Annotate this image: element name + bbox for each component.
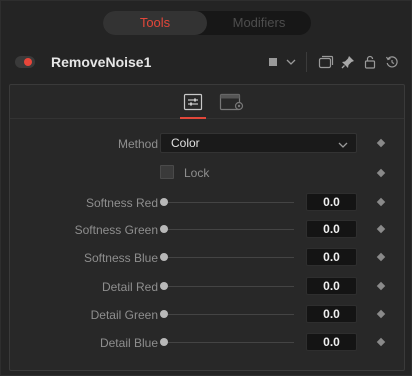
value-input[interactable]: 0.0	[306, 193, 357, 211]
inspector-body: Method Color Lock Softness Red 0.0 Softn…	[9, 84, 405, 371]
slider-knob[interactable]	[160, 338, 168, 346]
header-divider	[306, 52, 307, 72]
method-row: Method Color	[10, 133, 404, 155]
slider-track[interactable]	[164, 202, 294, 203]
slider-row-softness-red: Softness Red 0.0	[10, 192, 404, 214]
slider-knob[interactable]	[160, 310, 168, 318]
slider-row-detail-blue: Detail Blue 0.0	[10, 332, 404, 354]
slider-label: Softness Green	[74, 223, 158, 237]
value-input[interactable]: 0.0	[306, 333, 357, 351]
slider-label: Softness Red	[85, 196, 158, 210]
keyframe-button[interactable]	[376, 168, 386, 178]
node-name: RemoveNoise1	[51, 54, 152, 70]
slider-track[interactable]	[164, 314, 294, 315]
inspector-panel: Tools Modifiers RemoveNoise1 Method Colo…	[0, 0, 412, 376]
value-input[interactable]: 0.0	[306, 220, 357, 238]
value-input[interactable]: 0.0	[306, 305, 357, 323]
header-icon-group	[262, 51, 403, 73]
keyframe-button[interactable]	[376, 138, 386, 148]
keyframe-button[interactable]	[376, 337, 386, 347]
color-swatch-icon[interactable]	[262, 51, 284, 73]
node-enable-toggle[interactable]	[15, 56, 35, 68]
slider-label: Detail Blue	[99, 336, 158, 350]
chevron-down-icon	[338, 137, 348, 155]
method-label: Method	[117, 137, 158, 151]
slider-label: Softness Blue	[83, 251, 158, 265]
tab-tools[interactable]: Tools	[103, 11, 207, 35]
keyframe-button[interactable]	[376, 281, 386, 291]
node-header: RemoveNoise1	[11, 47, 403, 77]
tab-modifiers[interactable]: Modifiers	[207, 11, 311, 35]
tool-modifier-tabbar: Tools Modifiers	[103, 11, 311, 35]
slider-knob[interactable]	[160, 282, 168, 290]
control-page-tabs	[10, 85, 404, 119]
controls-icon[interactable]	[182, 92, 204, 112]
slider-track[interactable]	[164, 342, 294, 343]
version-icon[interactable]	[315, 51, 337, 73]
slider-track[interactable]	[164, 257, 294, 258]
keyframe-button[interactable]	[376, 224, 386, 234]
keyframe-button[interactable]	[376, 252, 386, 262]
lock-row: Lock	[10, 163, 404, 185]
slider-knob[interactable]	[160, 198, 168, 206]
value-input[interactable]: 0.0	[306, 277, 357, 295]
slider-label: Detail Green	[90, 308, 158, 322]
slider-row-softness-blue: Softness Blue 0.0	[10, 247, 404, 269]
slider-track[interactable]	[164, 286, 294, 287]
lock-icon[interactable]	[359, 51, 381, 73]
slider-knob[interactable]	[160, 253, 168, 261]
settings-icon[interactable]	[218, 92, 246, 112]
node-color-dot	[24, 58, 32, 66]
slider-row-detail-red: Detail Red 0.0	[10, 276, 404, 298]
reset-icon[interactable]	[381, 51, 403, 73]
keyframe-button[interactable]	[376, 197, 386, 207]
slider-label: Detail Red	[101, 280, 158, 294]
pin-icon[interactable]	[337, 51, 359, 73]
active-page-indicator	[180, 117, 206, 119]
slider-row-detail-green: Detail Green 0.0	[10, 304, 404, 326]
slider-track[interactable]	[164, 229, 294, 230]
keyframe-button[interactable]	[376, 309, 386, 319]
slider-knob[interactable]	[160, 225, 168, 233]
value-input[interactable]: 0.0	[306, 248, 357, 266]
method-select[interactable]: Color	[160, 133, 357, 153]
slider-row-softness-green: Softness Green 0.0	[10, 219, 404, 241]
lock-checkbox[interactable]	[160, 165, 174, 179]
chevron-down-icon[interactable]	[284, 51, 298, 73]
lock-label: Lock	[184, 166, 210, 180]
method-value: Color	[171, 136, 200, 150]
